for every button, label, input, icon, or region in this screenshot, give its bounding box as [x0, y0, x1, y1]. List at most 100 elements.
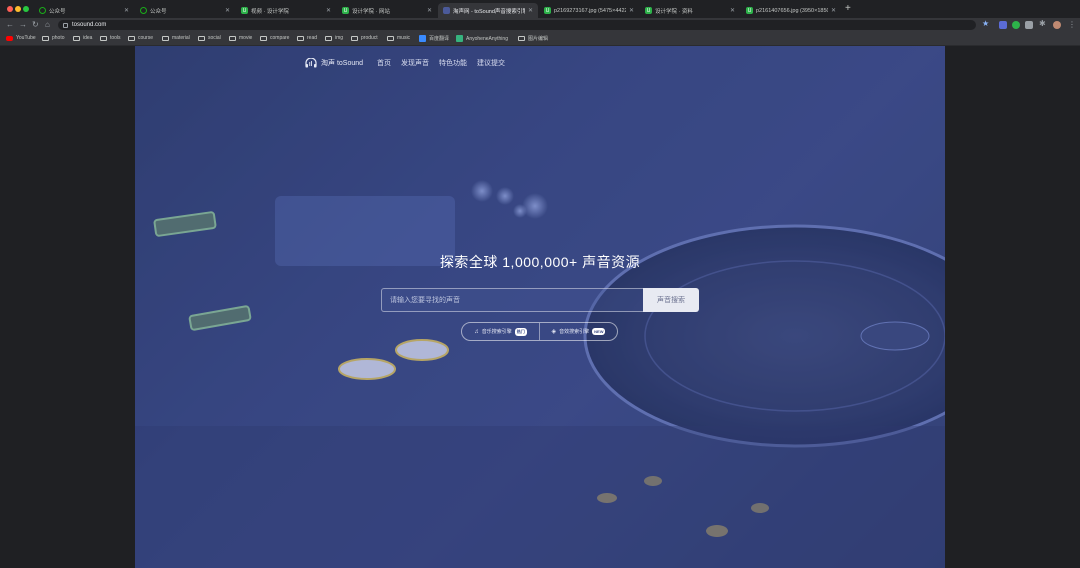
bookmark-item[interactable]: AnyoheneAnything: [456, 35, 508, 42]
close-tab-icon[interactable]: ✕: [326, 7, 331, 14]
browser-tab[interactable]: 公众号 ✕: [34, 3, 134, 18]
bookmark-item[interactable]: tools: [100, 35, 121, 41]
maximize-window-button[interactable]: [23, 6, 29, 12]
tab-title: 设计学院 · 网站: [352, 8, 390, 15]
bookmark-label: read: [307, 35, 318, 41]
extension-icon[interactable]: [999, 21, 1007, 29]
site-logo[interactable]: 淘声 toSound: [305, 58, 363, 68]
folder-icon: [325, 35, 332, 41]
nav-link-home[interactable]: 首页: [377, 58, 391, 68]
bookmark-label: tools: [110, 35, 121, 41]
folder-icon: [518, 36, 525, 41]
tab-title: p2169273167.jpg (5475×4422): [554, 7, 626, 14]
minimize-window-button[interactable]: [15, 6, 21, 12]
tab-title: 公众号: [49, 8, 66, 15]
bookmark-item[interactable]: compare: [260, 35, 289, 41]
nav-link-features[interactable]: 特色功能: [439, 58, 467, 68]
image-icon: U: [746, 7, 753, 14]
sound-search-input[interactable]: [381, 288, 643, 312]
home-icon[interactable]: ⌂: [45, 20, 50, 30]
browser-tab[interactable]: U 设计学院 · 资料 ✕: [640, 3, 740, 18]
url-text: tosound.com: [72, 22, 107, 28]
bookmark-item[interactable]: photo: [42, 35, 65, 41]
bookmark-label: material: [172, 35, 190, 41]
nav-link-discover[interactable]: 发现声音: [401, 58, 429, 68]
folder-icon: [387, 35, 394, 41]
translate-icon: [419, 35, 426, 42]
browser-tab-active[interactable]: 淘声网 - toSound声音搜索引擎 ✕: [438, 3, 538, 18]
new-tab-button[interactable]: +: [845, 4, 851, 14]
wechat-icon: [140, 7, 147, 14]
youtube-icon: [6, 35, 13, 41]
music-note-icon: ♫: [474, 328, 479, 335]
green-app-icon: U: [342, 7, 349, 14]
tab-title: 视频 · 设计学院: [251, 8, 289, 15]
bookmark-item[interactable]: 图片编辑: [518, 35, 548, 42]
bookmark-item[interactable]: idea: [73, 35, 92, 41]
close-tab-icon[interactable]: ✕: [831, 7, 836, 14]
close-tab-icon[interactable]: ✕: [124, 7, 129, 14]
bookmark-item[interactable]: product: [351, 35, 378, 41]
bookmark-label: product: [361, 35, 378, 41]
bookmark-item[interactable]: social: [198, 35, 221, 41]
bookmark-icon: [456, 35, 463, 42]
browser-tab[interactable]: U p2169273167.jpg (5475×4422) ✕: [539, 3, 639, 18]
puzzle-extensions-icon[interactable]: ✱: [1039, 19, 1046, 29]
search-bar: 声音搜索: [381, 288, 699, 312]
menu-dots-icon[interactable]: ⋮: [1068, 20, 1076, 30]
bookmark-label: 图片编辑: [528, 36, 549, 42]
bookmark-item[interactable]: course: [128, 35, 153, 41]
folder-icon: [42, 35, 49, 41]
image-icon: U: [544, 7, 551, 14]
bookmark-item[interactable]: movie: [229, 35, 252, 41]
close-tab-icon[interactable]: ✕: [427, 7, 432, 14]
browser-tab[interactable]: U 设计学院 · 网站 ✕: [337, 3, 437, 18]
close-window-button[interactable]: [7, 6, 13, 12]
folder-icon: [162, 35, 169, 41]
browser-tab[interactable]: U p2161407656.jpg (3950×1850) ✕: [741, 3, 841, 18]
browser-tab[interactable]: U 视频 · 设计学院 ✕: [236, 3, 336, 18]
bookmark-item[interactable]: read: [297, 35, 317, 41]
close-tab-icon[interactable]: ✕: [225, 7, 230, 14]
reload-icon[interactable]: ↻: [32, 20, 39, 30]
close-tab-icon[interactable]: ✕: [528, 7, 533, 14]
bookmark-label: img: [335, 35, 344, 41]
bookmark-item[interactable]: img: [325, 35, 343, 41]
address-bar[interactable]: tosound.com: [58, 20, 976, 30]
close-tab-icon[interactable]: ✕: [629, 7, 634, 14]
bookmark-item[interactable]: music: [387, 35, 410, 41]
bookmark-label: compare: [270, 35, 290, 41]
nav-link-feedback[interactable]: 建议提交: [477, 58, 505, 68]
page-viewport: 淘声 toSound 首页 发现声音 特色功能 建议提交 探索全球 1,000,…: [0, 46, 1080, 568]
bookmark-star-icon[interactable]: ★: [982, 19, 989, 29]
bookmarks-bar: YouTube photo idea tools course material…: [0, 32, 1080, 46]
hot-badge: 热门: [514, 327, 527, 336]
green-app-icon: U: [645, 7, 652, 14]
extension-icon[interactable]: [1025, 21, 1033, 29]
close-tab-icon[interactable]: ✕: [730, 7, 735, 14]
bookmark-item[interactable]: material: [162, 35, 190, 41]
bookmark-label: 百度翻译: [429, 36, 450, 42]
folder-icon: [73, 35, 80, 41]
bookmark-item[interactable]: 百度翻译: [419, 35, 449, 42]
wechat-icon: [39, 7, 46, 14]
folder-icon: [260, 35, 267, 41]
tosound-icon: [443, 7, 450, 14]
folder-icon: [198, 35, 205, 41]
extension-icon[interactable]: [1012, 21, 1020, 29]
sound-search-button[interactable]: 声音搜索: [643, 288, 699, 312]
music-search-engine-option[interactable]: ♫ 音乐搜索引擎 热门: [462, 323, 539, 340]
bookmark-item[interactable]: YouTube: [6, 35, 36, 41]
browser-tab[interactable]: 公众号 ✕: [135, 3, 235, 18]
forward-arrow-icon[interactable]: →: [19, 20, 27, 30]
folder-icon: [229, 35, 236, 41]
sfx-search-engine-option[interactable]: ◈ 音效搜索引擎 NEW: [539, 323, 617, 340]
site-header: 淘声 toSound 首页 发现声音 特色功能 建议提交: [305, 56, 515, 70]
logo-text: 淘声 toSound: [321, 60, 364, 67]
back-arrow-icon[interactable]: ←: [6, 20, 14, 30]
browser-toolbar: ← → ↻ ⌂ tosound.com ★ ✱ ⋮: [0, 18, 1080, 32]
bookmark-label: music: [397, 35, 411, 41]
tab-title: p2161407656.jpg (3950×1850): [756, 7, 828, 14]
hero-headline: 探索全球 1,000,000+ 声音资源: [439, 254, 641, 270]
avatar[interactable]: [1053, 21, 1061, 29]
